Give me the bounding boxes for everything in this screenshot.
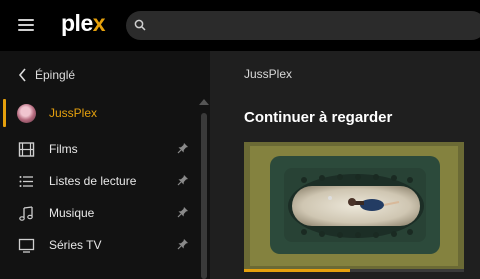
continue-watching-card[interactable] (244, 142, 464, 270)
main-content: JussPlex Continuer à regarder (210, 51, 480, 279)
chevron-left-icon (18, 68, 26, 82)
plex-logo[interactable]: plex (61, 10, 106, 37)
pin-icon[interactable] (177, 142, 189, 154)
sidebar-item-playlists[interactable]: Listes de lecture (0, 167, 200, 195)
top-bar: plex (0, 0, 480, 51)
pin-icon[interactable] (177, 174, 189, 186)
menu-icon[interactable] (18, 19, 34, 31)
sidebar-item-music[interactable]: Musique (0, 199, 200, 227)
watch-progress-bar (244, 269, 464, 272)
film-icon (18, 142, 35, 157)
scrollbar-thumb[interactable] (201, 113, 207, 279)
sidebar-item-label: Musique (49, 206, 95, 220)
poster-thumbnail (244, 142, 464, 270)
pin-icon[interactable] (177, 206, 189, 218)
search-icon (134, 19, 146, 31)
sidebar-item-label: JussPlex (49, 106, 98, 120)
sidebar-item-tv-shows[interactable]: Séries TV (0, 231, 200, 259)
sidebar-item-jussplex[interactable]: JussPlex (0, 99, 200, 127)
watch-progress-fill (244, 269, 350, 272)
back-button[interactable]: Épinglé (18, 67, 75, 83)
sidebar-scrollbar[interactable] (199, 99, 209, 279)
avatar (17, 104, 36, 123)
sidebar-item-films[interactable]: Films (0, 135, 200, 163)
music-icon (19, 206, 33, 221)
sidebar-item-label: Films (49, 142, 78, 156)
tv-icon (18, 238, 35, 253)
scroll-up-icon[interactable] (199, 99, 209, 105)
section-title[interactable]: Continuer à regarder (244, 109, 392, 126)
pin-icon[interactable] (177, 238, 189, 250)
playlist-icon (19, 176, 33, 187)
sidebar: Épinglé JussPlex Films Listes de lecture (0, 51, 210, 279)
search-input[interactable] (126, 11, 480, 40)
sidebar-item-label: Listes de lecture (49, 174, 137, 188)
breadcrumb: JussPlex (244, 67, 293, 81)
sidebar-item-label: Séries TV (49, 238, 102, 252)
back-label: Épinglé (35, 68, 76, 82)
